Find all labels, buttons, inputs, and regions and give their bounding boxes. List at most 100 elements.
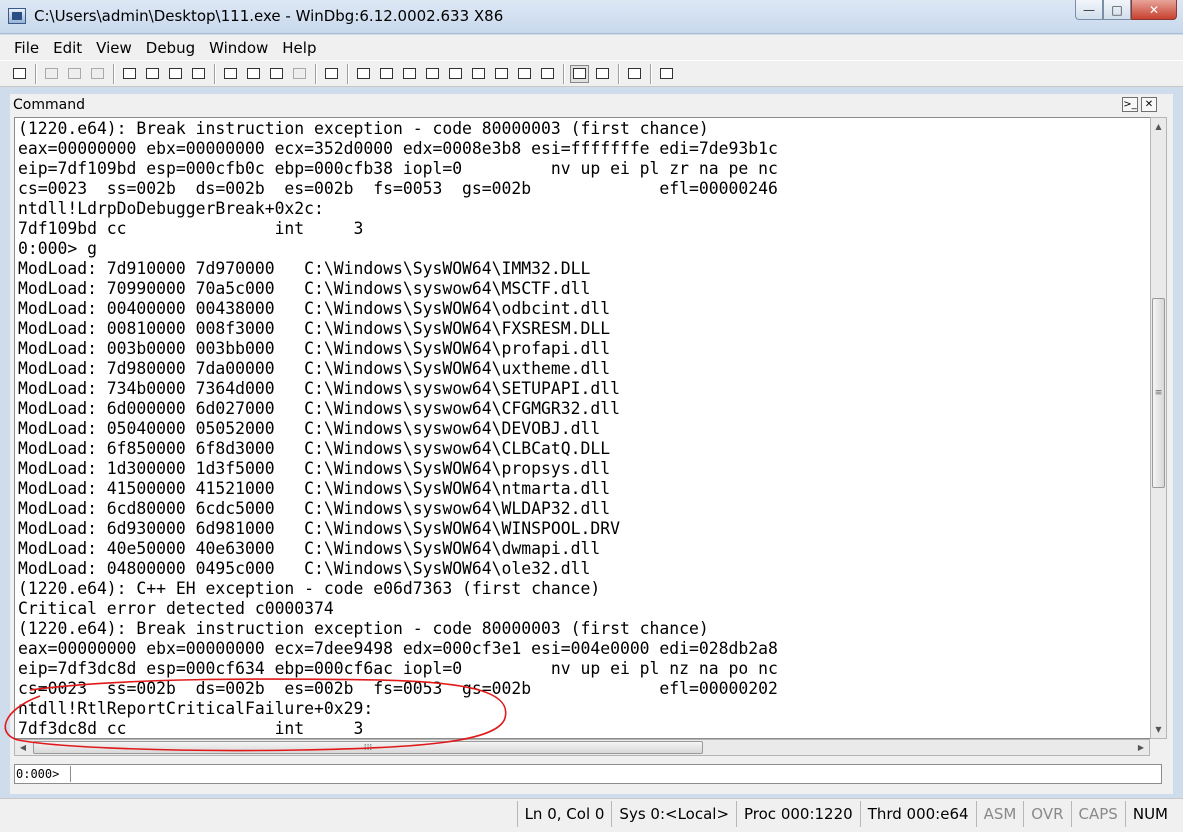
output-lines: (1220.e64): Break instruction exception … <box>18 119 778 738</box>
menu-file[interactable]: File <box>7 39 46 57</box>
watch-window-icon[interactable] <box>377 65 396 83</box>
menu-view[interactable]: View <box>89 39 139 57</box>
scroll-left-icon[interactable]: ◀ <box>15 740 31 755</box>
windbg-app-icon[interactable] <box>8 8 26 24</box>
toolbar-separator <box>35 63 37 84</box>
output-line: ModLoad: 6cd80000 6cdc5000 C:\Windows\sy… <box>18 499 611 518</box>
window-menu-icon[interactable]: >_ <box>1122 97 1138 112</box>
output-line: ntdll!LdrpDoDebuggerBreak+0x2c: <box>18 199 324 218</box>
status-caps: CAPS <box>1070 801 1125 827</box>
menu-debug[interactable]: Debug <box>139 39 202 57</box>
command-input[interactable] <box>70 766 1160 782</box>
status-process: Proc 000:1220 <box>736 801 860 827</box>
break-icon[interactable] <box>189 65 208 83</box>
output-line: ModLoad: 7d980000 7da00000 C:\Windows\Sy… <box>18 359 611 378</box>
status-thread: Thrd 000:e64 <box>859 801 976 827</box>
menu-window[interactable]: Window <box>202 39 275 57</box>
vertical-scroll-thumb[interactable]: ≡ <box>1152 298 1165 488</box>
command-window: Command >_ ✕ (1220.e64): Break instructi… <box>10 94 1173 794</box>
output-line: (1220.e64): Break instruction exception … <box>18 619 709 638</box>
minimize-button[interactable]: — <box>1075 0 1103 20</box>
menu-help[interactable]: Help <box>275 39 323 57</box>
output-line: 0:000> g <box>18 239 97 258</box>
horizontal-scroll-thumb[interactable]: ⁞⁞⁞ <box>33 741 703 754</box>
command-input-row: 0:000> <box>14 764 1162 784</box>
title-bar: C:\Users\admin\Desktop\111.exe - WinDbg:… <box>0 0 1183 34</box>
status-num: NUM <box>1124 801 1175 827</box>
output-line: (1220.e64): Break instruction exception … <box>18 119 709 138</box>
cut-icon[interactable] <box>42 65 61 83</box>
command-window-header: Command >_ ✕ <box>10 94 1173 116</box>
window-title: C:\Users\admin\Desktop\111.exe - WinDbg:… <box>34 7 504 25</box>
output-line: cs=0023 ss=002b ds=002b es=002b fs=0053 … <box>18 679 778 698</box>
options-icon[interactable] <box>657 65 676 83</box>
registers-window-icon[interactable] <box>423 65 442 83</box>
memory-window-icon[interactable] <box>446 65 465 83</box>
toolbar-separator <box>563 63 565 84</box>
go-icon[interactable] <box>120 65 139 83</box>
output-line: ModLoad: 6d000000 6d027000 C:\Windows\sy… <box>18 399 620 418</box>
menu-bar: File Edit View Debug Window Help <box>0 35 1183 60</box>
output-line: 7df3dc8d cc int 3 <box>18 719 364 738</box>
output-line: ModLoad: 41500000 41521000 C:\Windows\Sy… <box>18 479 611 498</box>
scroll-down-icon[interactable]: ▼ <box>1151 721 1166 738</box>
step-into-icon[interactable] <box>221 65 240 83</box>
window-controls: — □ ✕ <box>1075 0 1177 22</box>
locals-window-icon[interactable] <box>400 65 419 83</box>
maximize-button[interactable]: □ <box>1103 0 1131 20</box>
horizontal-scrollbar[interactable]: ◀ ⁞⁞⁞ ▶ <box>14 739 1150 756</box>
output-line: ModLoad: 6d930000 6d981000 C:\Windows\Sy… <box>18 519 620 538</box>
copy-icon[interactable] <box>65 65 84 83</box>
output-line: ModLoad: 003b0000 003bb000 C:\Windows\Sy… <box>18 339 611 358</box>
status-bar: Ln 0, Col 0 Sys 0:<Local> Proc 000:1220 … <box>0 798 1183 832</box>
output-line: ModLoad: 70990000 70a5c000 C:\Windows\sy… <box>18 279 591 298</box>
breakpoint-hand-icon[interactable] <box>322 65 341 83</box>
output-line: ModLoad: 00810000 008f3000 C:\Windows\Sy… <box>18 319 611 338</box>
hex-mode-icon[interactable] <box>593 65 612 83</box>
stop-debugging-icon[interactable] <box>166 65 185 83</box>
scroll-right-icon[interactable]: ▶ <box>1133 740 1149 755</box>
close-pane-icon[interactable]: ✕ <box>1141 97 1157 112</box>
step-over-icon[interactable] <box>244 65 263 83</box>
output-line: ModLoad: 04800000 0495c000 C:\Windows\Sy… <box>18 559 591 578</box>
output-line: ModLoad: 7d910000 7d970000 C:\Windows\Sy… <box>18 259 591 278</box>
output-line: ModLoad: 40e50000 40e63000 C:\Windows\Sy… <box>18 539 601 558</box>
output-line: eax=00000000 ebx=00000000 ecx=352d0000 e… <box>18 139 778 158</box>
toolbar-separator <box>214 63 216 84</box>
restart-icon[interactable] <box>143 65 162 83</box>
output-line: eax=00000000 ebx=00000000 ecx=7dee9498 e… <box>18 639 778 658</box>
open-folder-icon[interactable] <box>10 65 29 83</box>
output-line: 7df109bd cc int 3 <box>18 219 364 238</box>
paste-icon[interactable] <box>88 65 107 83</box>
output-line: ModLoad: 05040000 05052000 C:\Windows\sy… <box>18 419 601 438</box>
scratch-pad-icon[interactable] <box>515 65 534 83</box>
font-icon[interactable] <box>625 65 644 83</box>
status-ovr: OVR <box>1023 801 1070 827</box>
step-out-icon[interactable] <box>267 65 286 83</box>
call-stack-window-icon[interactable] <box>469 65 488 83</box>
output-line: cs=0023 ss=002b ds=002b es=002b fs=0053 … <box>18 179 778 198</box>
command-output[interactable]: (1220.e64): Break instruction exception … <box>14 117 1150 739</box>
processes-threads-icon[interactable] <box>538 65 557 83</box>
source-mode-icon[interactable] <box>570 64 589 83</box>
toolbar-separator <box>618 63 620 84</box>
scroll-up-icon[interactable]: ▲ <box>1151 118 1166 135</box>
command-prompt: 0:000> <box>16 767 60 781</box>
output-line: ModLoad: 6f850000 6f8d3000 C:\Windows\sy… <box>18 439 611 458</box>
output-line: ntdll!RtlReportCriticalFailure+0x29: <box>18 699 374 718</box>
vertical-scrollbar[interactable]: ▲ ≡ ▼ <box>1150 117 1167 739</box>
toolbar-separator <box>347 63 349 84</box>
toolbar-separator <box>315 63 317 84</box>
command-window-title: Command <box>13 97 85 113</box>
output-line: eip=7df109bd esp=000cfb0c ebp=000cfb38 i… <box>18 159 778 178</box>
toolbar-separator <box>650 63 652 84</box>
output-line: ModLoad: 734b0000 7364d000 C:\Windows\sy… <box>18 379 620 398</box>
output-line: eip=7df3dc8d esp=000cf634 ebp=000cf6ac i… <box>18 659 778 678</box>
menu-edit[interactable]: Edit <box>46 39 89 57</box>
disassembly-window-icon[interactable] <box>492 65 511 83</box>
command-window-icon[interactable] <box>354 65 373 83</box>
output-line: (1220.e64): C++ EH exception - code e06d… <box>18 579 601 598</box>
status-line-col: Ln 0, Col 0 <box>516 801 612 827</box>
run-to-cursor-icon[interactable] <box>290 65 309 83</box>
close-button[interactable]: ✕ <box>1131 0 1177 20</box>
